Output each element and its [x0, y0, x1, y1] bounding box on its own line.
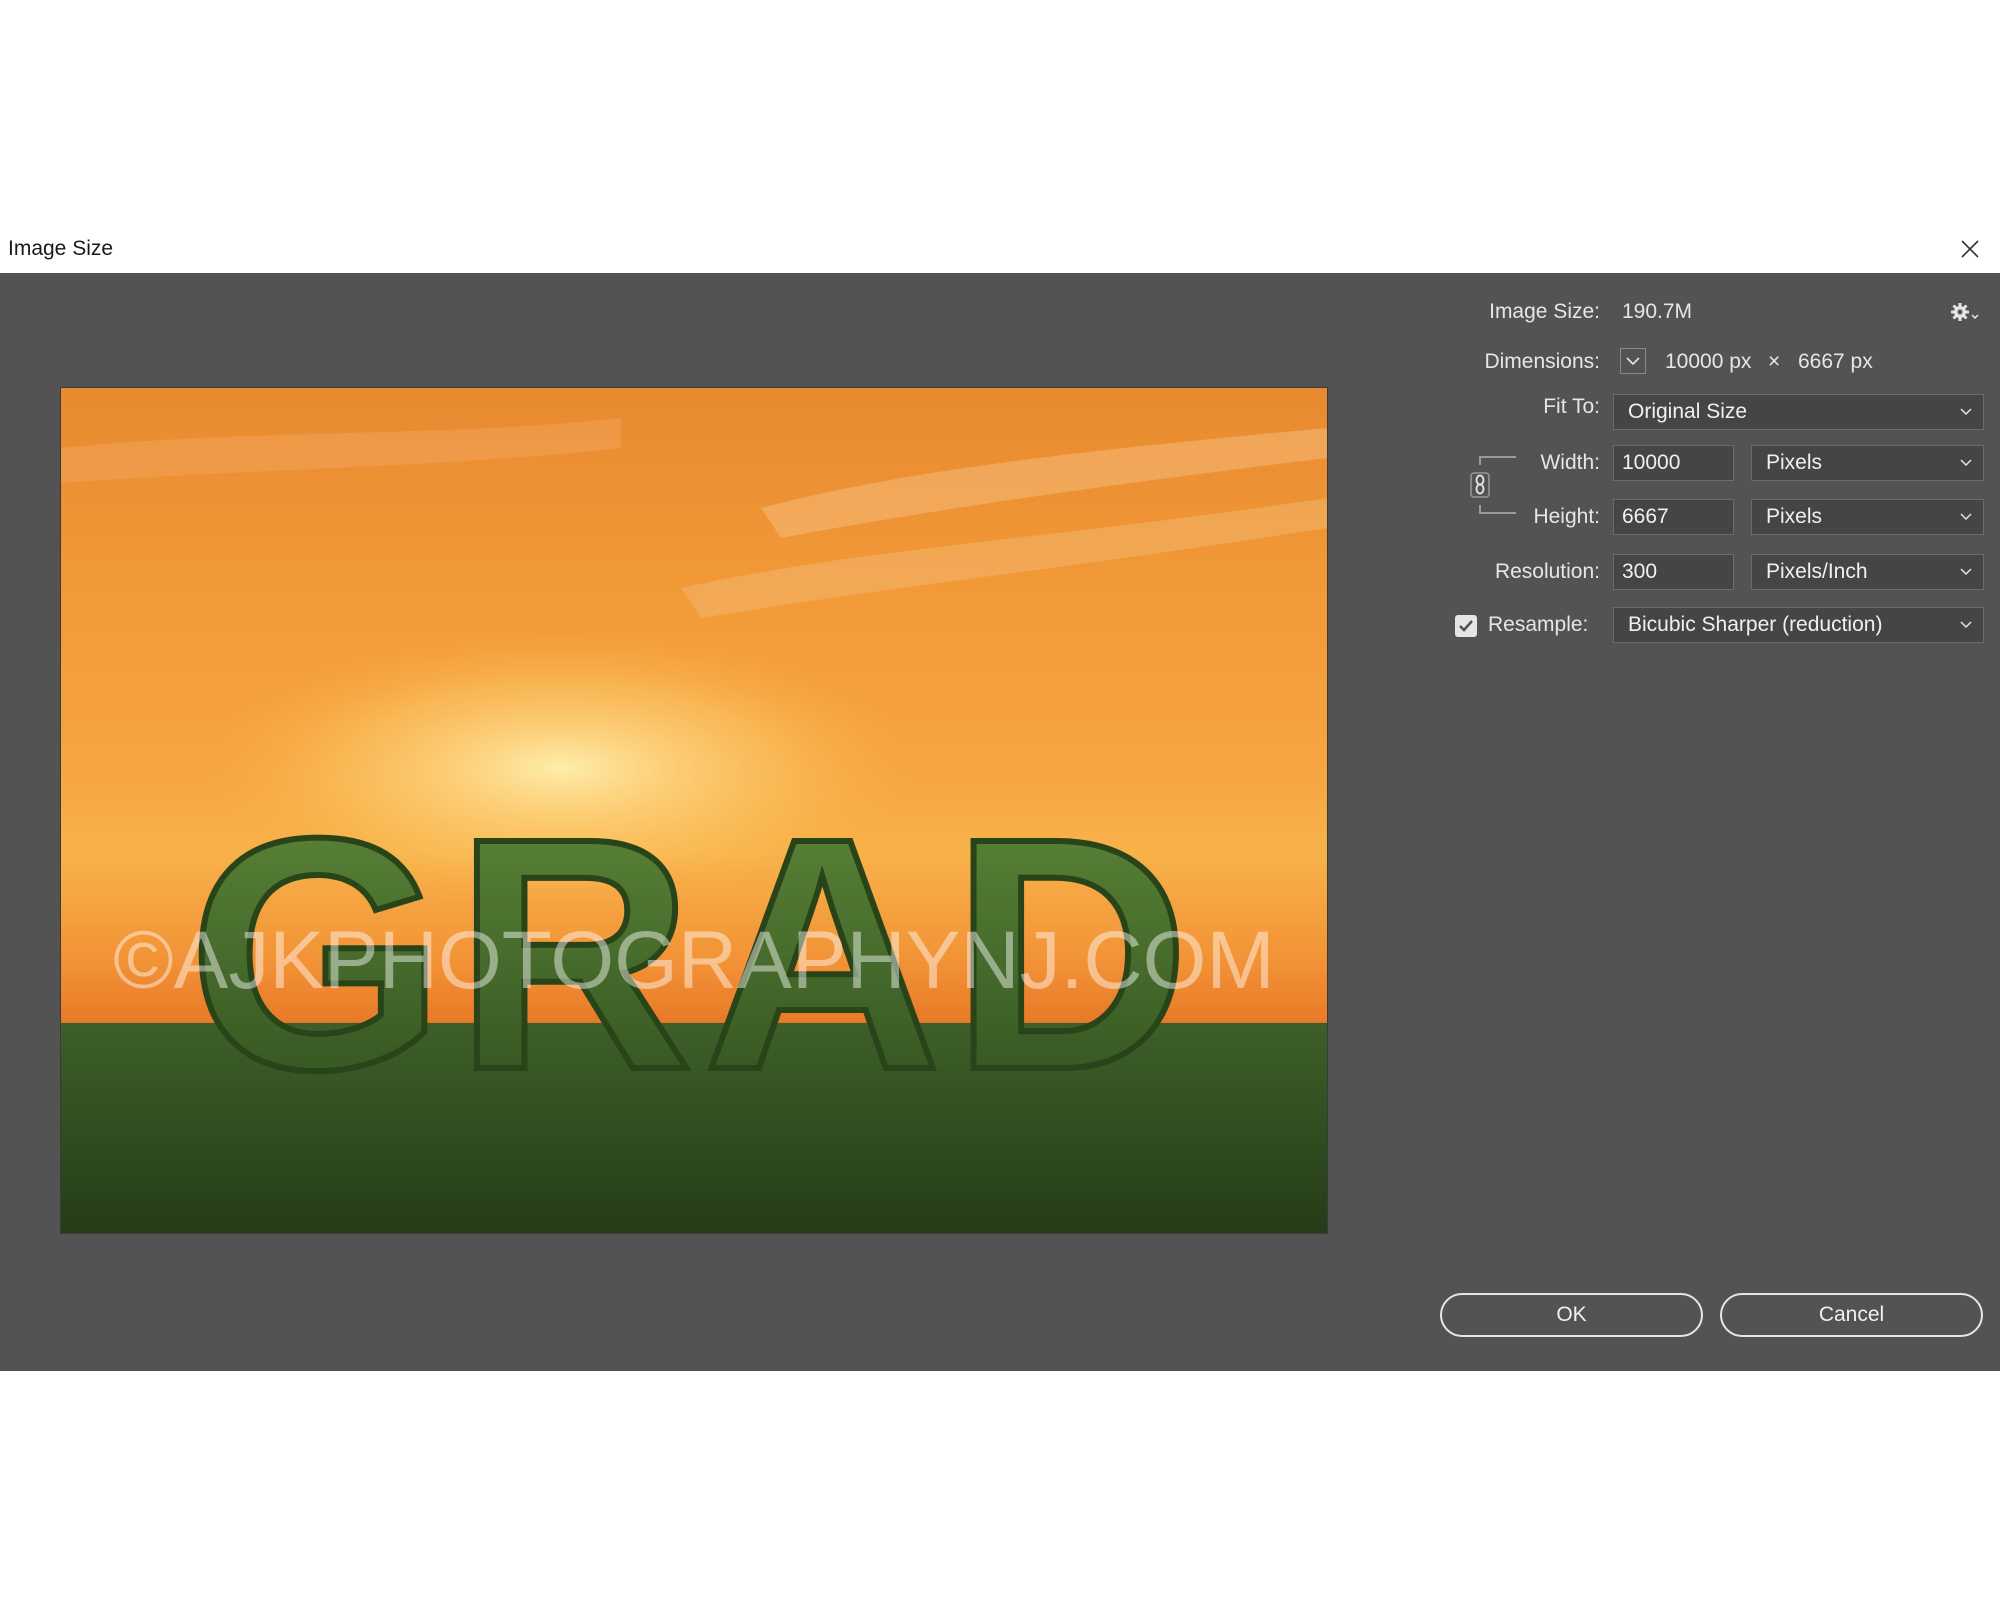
resample-select[interactable]: Bicubic Sharper (reduction) [1613, 607, 1984, 643]
width-unit-value: Pixels [1766, 451, 1823, 474]
dimensions-unit-toggle[interactable] [1620, 348, 1646, 374]
chevron-down-icon [1960, 621, 1972, 629]
width-input[interactable]: 10000 [1613, 445, 1734, 481]
dimension-height-value: 6667 px [1798, 350, 1873, 373]
chevron-down-icon [1626, 357, 1640, 366]
resolution-unit-select[interactable]: Pixels/Inch [1751, 554, 1984, 590]
close-icon [1961, 240, 1979, 258]
resolution-label: Resolution: [1494, 560, 1600, 583]
preview-watermark: ©AJKPHOTOGRAPHYNJ.COM [113, 915, 1275, 1006]
chevron-down-icon [1960, 408, 1972, 416]
window-title: Image Size [8, 237, 114, 260]
cancel-button[interactable]: Cancel [1720, 1293, 1983, 1337]
width-unit-select[interactable]: Pixels [1751, 445, 1984, 481]
chevron-down-icon [1960, 459, 1972, 467]
fit-to-select[interactable]: Original Size [1613, 394, 1984, 430]
height-unit-select[interactable]: Pixels [1751, 499, 1984, 535]
ok-button[interactable]: OK [1440, 1293, 1703, 1337]
image-size-label: Image Size: [1489, 300, 1600, 323]
close-button[interactable] [1956, 235, 1984, 263]
width-label: Width: [1540, 451, 1600, 474]
resolution-unit-value: Pixels/Inch [1766, 560, 1868, 583]
dimension-times-sign: × [1768, 350, 1781, 373]
height-input[interactable]: 6667 [1613, 499, 1734, 535]
image-size-value: 190.7M [1622, 300, 1693, 323]
chevron-down-icon [1960, 568, 1972, 576]
dimensions-label: Dimensions: [1484, 350, 1600, 373]
resample-value: Bicubic Sharper (reduction) [1628, 613, 1883, 636]
settings-button[interactable] [1950, 301, 1980, 330]
gear-icon [1951, 303, 1979, 321]
chevron-down-icon [1960, 513, 1972, 521]
height-label: Height: [1533, 505, 1600, 528]
check-icon [1459, 620, 1473, 632]
fit-to-label: Fit To: [1543, 395, 1600, 418]
resample-checkbox[interactable] [1455, 615, 1477, 637]
dimension-width-value: 10000 px [1665, 350, 1752, 373]
preview-artwork: GRAD ©AJKPHOTOGRAPHYNJ.COM [61, 418, 1327, 1233]
image-size-dialog: GRAD ©AJKPHOTOGRAPHYNJ.COM Image Size: 1… [0, 273, 2000, 1371]
resample-label: Resample: [1488, 613, 1589, 636]
image-preview[interactable]: GRAD ©AJKPHOTOGRAPHYNJ.COM [60, 387, 1328, 1234]
title-bar: Image Size [0, 225, 2000, 273]
height-unit-value: Pixels [1766, 505, 1823, 528]
resolution-input[interactable]: 300 [1613, 554, 1734, 590]
fit-to-value: Original Size [1628, 400, 1748, 423]
